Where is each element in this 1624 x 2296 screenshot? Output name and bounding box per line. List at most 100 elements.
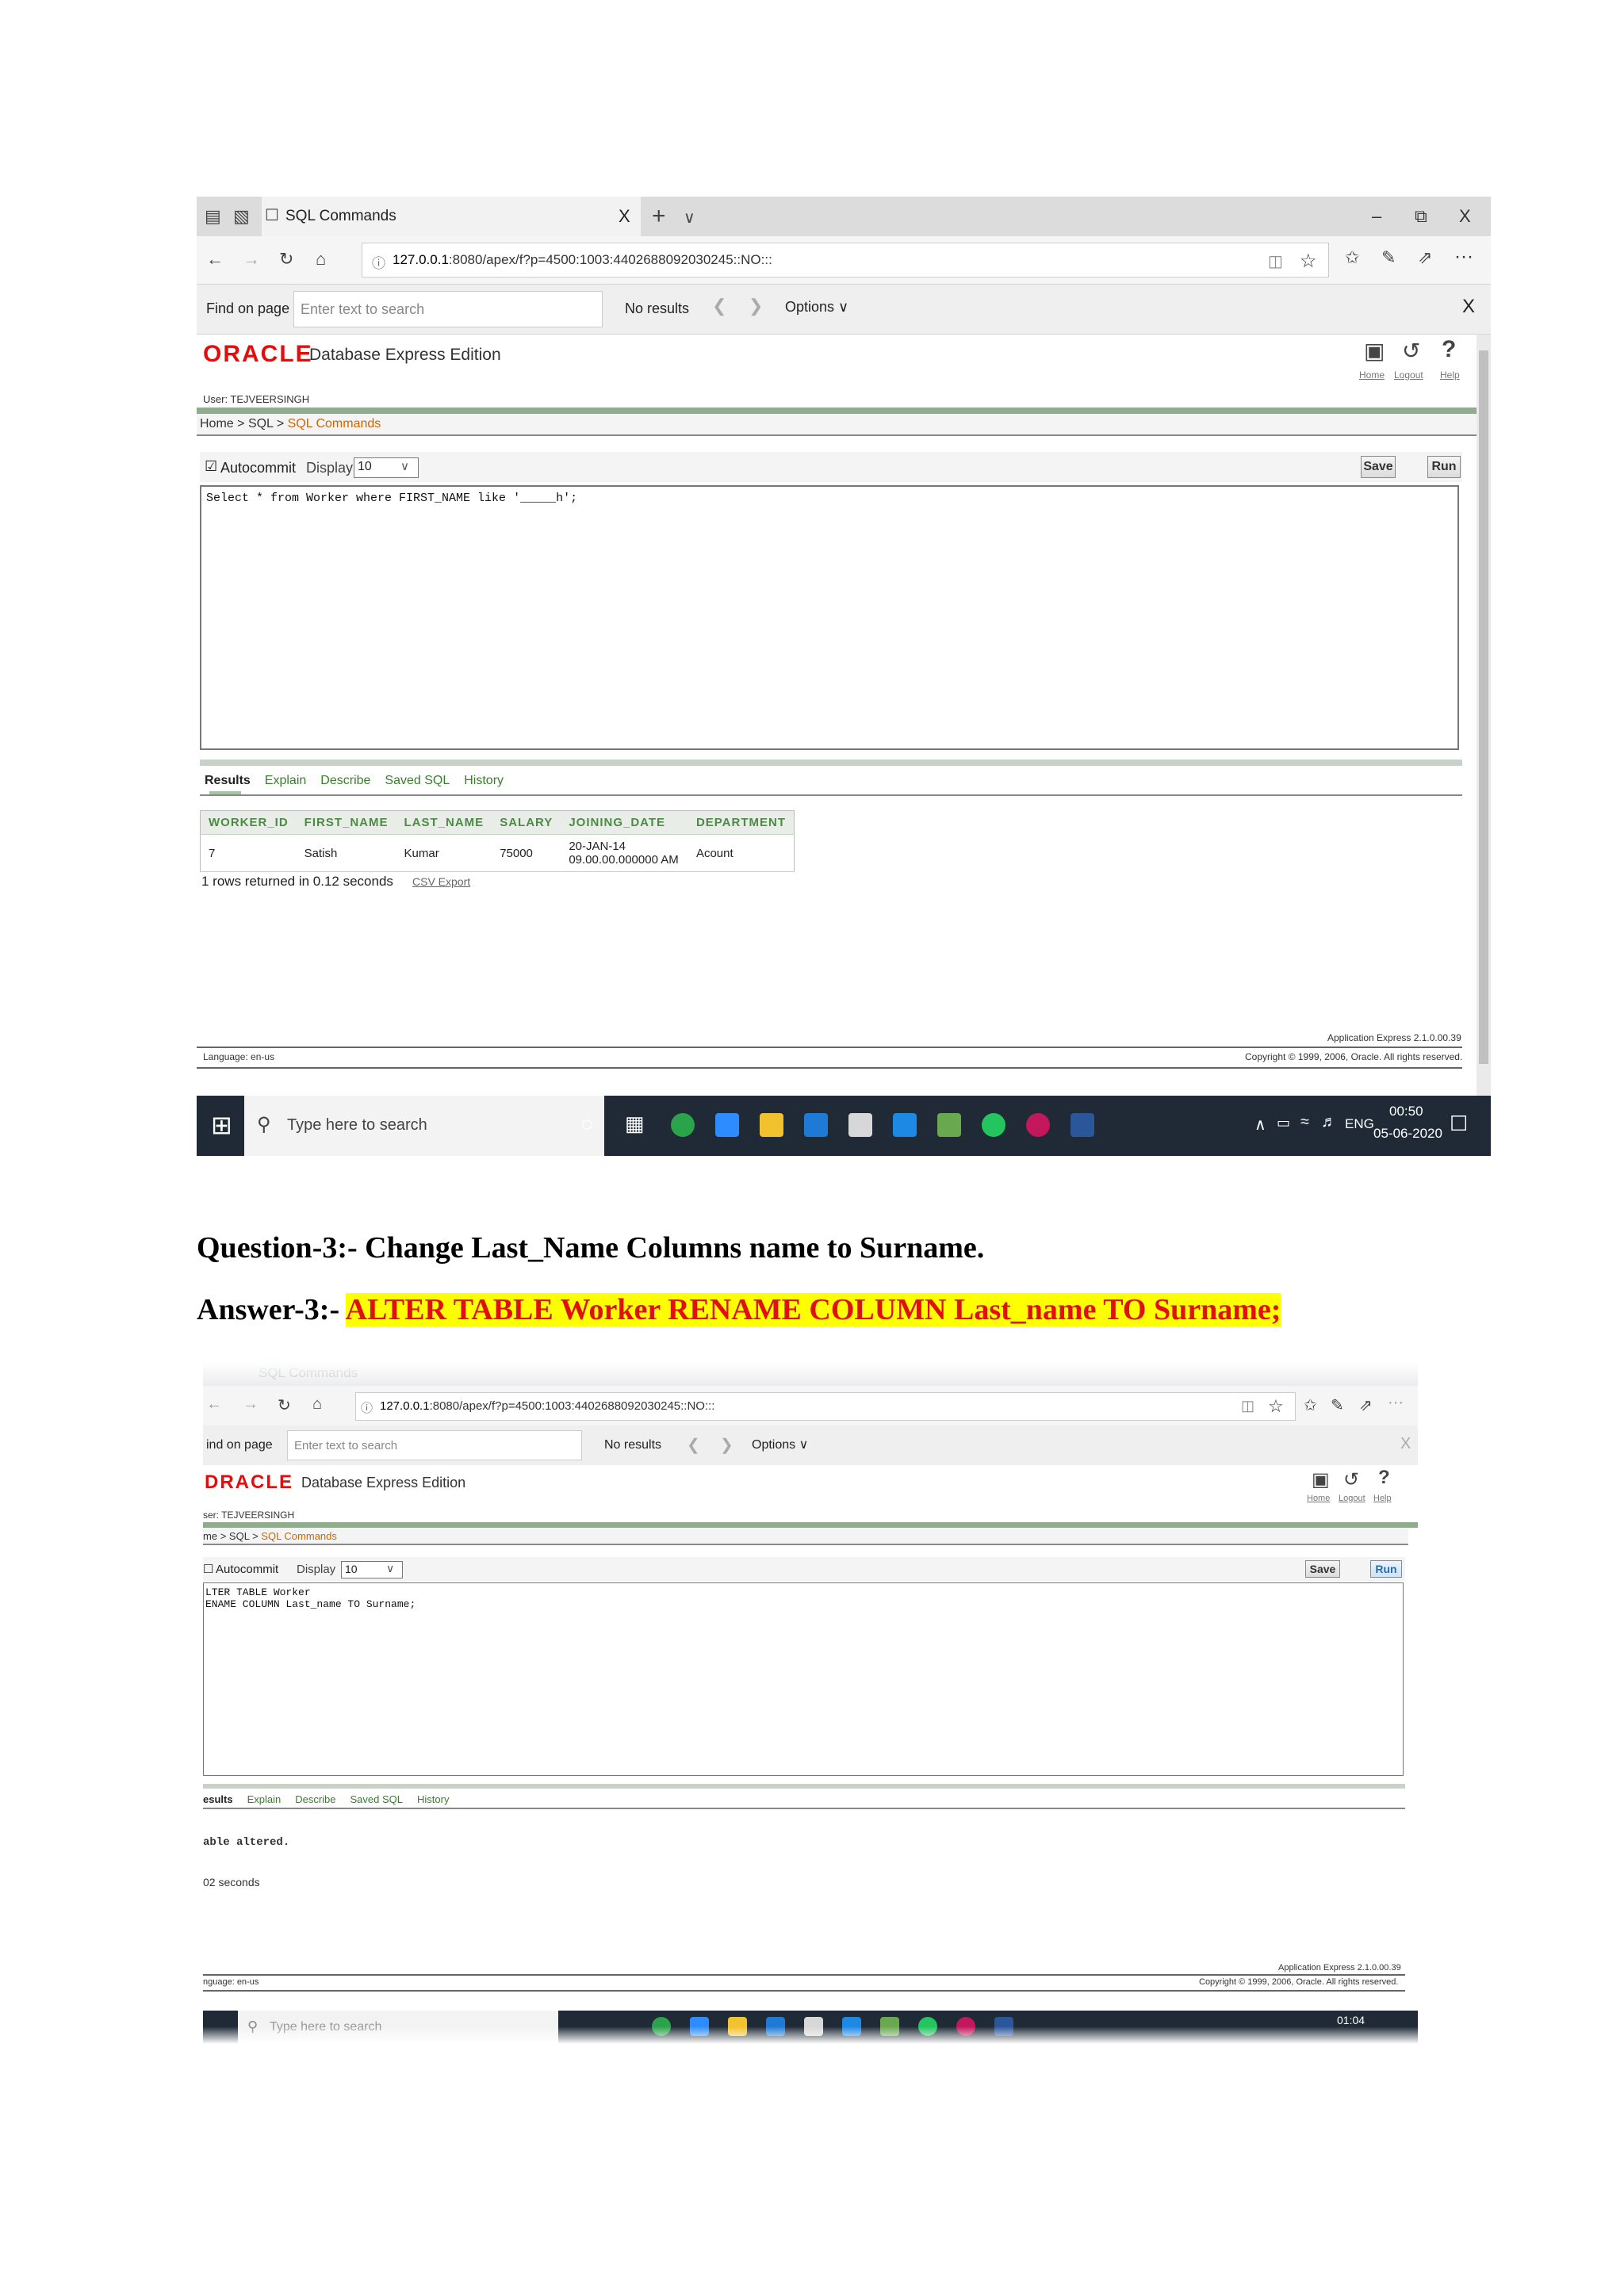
forward-arrow-icon[interactable]: → (243, 1395, 259, 1414)
zoom-icon[interactable] (715, 1113, 739, 1137)
minimize-button[interactable]: – (1372, 206, 1381, 227)
crumb-home[interactable]: Home (200, 417, 234, 430)
tab-preview-icon[interactable]: ▧ (233, 208, 250, 225)
windows-start-icon[interactable]: ⊞ (211, 1110, 232, 1140)
close-window-button[interactable]: X (1459, 206, 1471, 227)
home-icon[interactable]: ⌂ (316, 251, 326, 268)
home-link[interactable]: Home (1359, 369, 1385, 381)
clock-date[interactable]: 05-06-2020 (1373, 1126, 1442, 1142)
tab-actions-icon[interactable]: ▤ (205, 208, 221, 225)
help-link[interactable]: Help (1440, 369, 1460, 381)
notifications-icon[interactable]: ☐ (1450, 1112, 1468, 1136)
home-icon[interactable]: ⌂ (312, 1395, 322, 1414)
clock-time[interactable]: 00:50 (1389, 1104, 1423, 1119)
wifi-icon[interactable]: ≈ (1300, 1113, 1309, 1131)
more-icon[interactable]: ··· (1388, 1394, 1404, 1412)
tab-dropdown-icon[interactable]: ∨ (684, 208, 695, 228)
find-close-button[interactable]: X (1400, 1435, 1411, 1453)
app-icon[interactable] (1026, 1113, 1050, 1137)
find-prev-icon[interactable]: ❮ (687, 1435, 700, 1455)
find-options-button[interactable]: Options ∨ (785, 299, 848, 316)
reading-view-icon[interactable]: ◫ (1241, 1398, 1254, 1414)
home-nav-icon[interactable]: ▣ (1364, 338, 1385, 364)
sql-editor[interactable]: LTER TABLE Worker ENAME COLUMN Last_name… (203, 1582, 1404, 1776)
restore-button[interactable]: ⧉ (1415, 206, 1427, 227)
tab-sql-commands[interactable]: ☐ SQL Commands X (262, 197, 641, 236)
tab-describe[interactable]: Describe (320, 774, 370, 787)
app-icon[interactable] (982, 1113, 1005, 1137)
save-button[interactable]: Save (1305, 1560, 1340, 1578)
tab-saved-sql[interactable]: Saved SQL (385, 774, 450, 787)
crumb-home[interactable]: me (203, 1530, 217, 1542)
tab-describe[interactable]: Describe (295, 1793, 335, 1805)
logout-link[interactable]: Logout (1339, 1494, 1365, 1503)
csv-export-link[interactable]: CSV Export (412, 875, 470, 888)
file-explorer-icon[interactable] (760, 1113, 783, 1137)
reading-view-icon[interactable]: ◫ (1268, 251, 1283, 271)
tab-explain[interactable]: Explain (265, 774, 306, 787)
tab-results[interactable]: Results (205, 774, 251, 787)
find-next-icon[interactable]: ❯ (720, 1435, 733, 1455)
help-nav-icon[interactable]: ? (1442, 336, 1456, 363)
language-indicator[interactable]: ENG (1345, 1116, 1374, 1132)
more-icon[interactable]: ··· (1454, 246, 1473, 268)
help-nav-icon[interactable]: ? (1378, 1467, 1390, 1489)
tab-close-icon[interactable]: X (619, 206, 630, 227)
forward-arrow-icon[interactable]: → (243, 251, 260, 268)
run-button[interactable]: Run (1427, 456, 1461, 478)
find-options-button[interactable]: Options ∨ (752, 1437, 808, 1452)
crumb-sql[interactable]: SQL (229, 1530, 250, 1542)
find-prev-icon[interactable]: ❮ (712, 297, 726, 315)
autocommit-checkbox[interactable]: ☑ (205, 458, 217, 475)
mail-icon[interactable] (893, 1113, 917, 1137)
page-scrollbar[interactable] (1477, 335, 1491, 1096)
taskbar-search[interactable]: ⚲ Type here to search (244, 1096, 604, 1156)
refresh-icon[interactable]: ↻ (279, 251, 293, 268)
find-next-icon[interactable]: ❯ (749, 297, 763, 315)
find-input[interactable]: Enter text to search (293, 291, 603, 327)
tab-explain[interactable]: Explain (247, 1793, 282, 1805)
pen-icon[interactable]: ✎ (1331, 1395, 1344, 1415)
find-input[interactable]: Enter text to search (287, 1430, 582, 1460)
favorites-list-icon[interactable]: ✩ (1304, 1395, 1317, 1415)
save-button[interactable]: Save (1361, 456, 1396, 478)
info-icon[interactable]: ⓘ (361, 1399, 373, 1416)
share-icon[interactable]: ⇗ (1359, 1395, 1373, 1415)
store-icon[interactable] (848, 1113, 872, 1137)
cortana-icon[interactable]: ○ (580, 1112, 594, 1137)
logout-nav-icon[interactable]: ↺ (1343, 1468, 1359, 1491)
tab-saved-sql[interactable]: Saved SQL (350, 1793, 404, 1805)
tab-results[interactable]: esults (203, 1793, 233, 1805)
pen-icon[interactable]: ✎ (1381, 249, 1396, 266)
url-field[interactable]: ⓘ 127.0.0.1:8080/apex/f?p=4500:1003:4402… (362, 243, 1329, 277)
new-tab-button[interactable]: + (652, 203, 666, 230)
volume-icon[interactable]: ♬ (1321, 1113, 1337, 1131)
scrollbar-thumb[interactable] (1479, 350, 1488, 1064)
tray-caret-icon[interactable]: ∧ (1254, 1115, 1266, 1135)
info-icon[interactable]: ⓘ (372, 252, 385, 272)
share-icon[interactable]: ⇗ (1418, 249, 1432, 266)
crumb-sql[interactable]: SQL (248, 417, 273, 430)
favorite-star-icon[interactable]: ☆ (1300, 250, 1317, 273)
logout-nav-icon[interactable]: ↺ (1402, 338, 1420, 364)
tab-history[interactable]: History (417, 1793, 449, 1805)
chrome-icon[interactable] (671, 1113, 695, 1137)
display-select[interactable]: 10 ∨ (341, 1561, 403, 1578)
logout-link[interactable]: Logout (1394, 369, 1423, 381)
home-link[interactable]: Home (1307, 1494, 1330, 1503)
task-view-icon[interactable]: ▦ (625, 1112, 645, 1136)
home-nav-icon[interactable]: ▣ (1312, 1468, 1330, 1491)
autocommit-checkbox[interactable]: ☐ (203, 1562, 213, 1576)
run-button[interactable]: Run (1370, 1560, 1402, 1578)
sql-editor[interactable]: Select * from Worker where FIRST_NAME li… (200, 485, 1459, 750)
help-link[interactable]: Help (1373, 1494, 1392, 1503)
refresh-icon[interactable]: ↻ (278, 1395, 291, 1415)
edge-icon[interactable] (804, 1113, 828, 1137)
word-icon[interactable] (1071, 1113, 1094, 1137)
display-select[interactable]: 10 ∨ (354, 457, 419, 478)
tab-history[interactable]: History (464, 774, 504, 787)
favorite-star-icon[interactable]: ☆ (1268, 1396, 1284, 1417)
find-close-button[interactable]: X (1462, 296, 1475, 318)
clock-time[interactable]: 01:04 (1337, 2014, 1365, 2026)
notepad-icon[interactable] (937, 1113, 961, 1137)
